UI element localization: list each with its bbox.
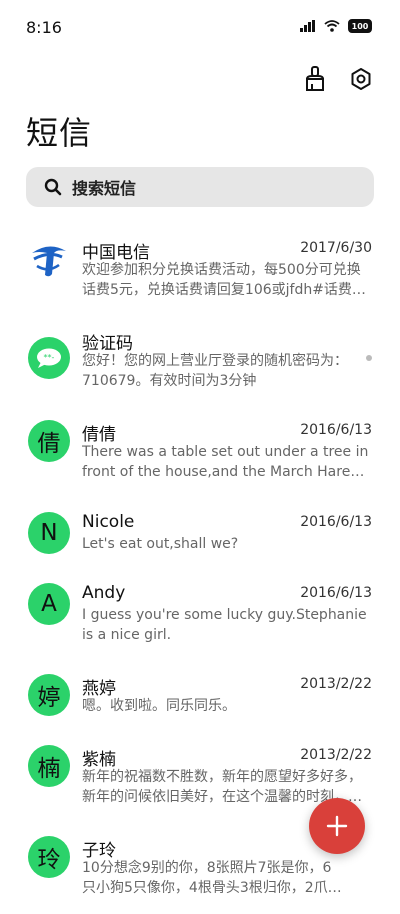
battery-level: 100 [351,21,369,31]
broom-icon [306,66,324,91]
avatar-letter: A [41,591,57,617]
status-bar: 8:16 100 [0,0,400,56]
conversation-name: Andy [82,583,126,603]
avatar: 倩 [28,420,70,462]
avatar: N [28,512,70,554]
search-placeholder: 搜索短信 [72,179,137,198]
conversation-preview: 10分想念9别的你，8张照片7张是你，6只小狗5只像你，4根骨头3根归你，2爪着… [82,860,342,896]
unread-dot [366,355,372,361]
conversation-date: 2016/6/13 [300,514,372,530]
conversation-date: 2017/6/30 [300,240,372,256]
search-icon [44,178,62,196]
message-bubble-icon: **- [37,348,61,368]
new-message-button[interactable] [309,798,365,854]
status-time: 8:16 [26,18,62,37]
settings-button[interactable] [346,64,376,94]
battery-icon: 100 [348,19,372,33]
conversation-preview: There was a table set out under a tree i… [82,444,369,480]
svg-text:**-: **- [44,353,55,362]
conversation-date: 2016/6/13 [300,422,372,438]
top-actions [300,64,376,94]
conversation-item[interactable]: 婷 燕婷 2013/2/22 嗯。收到啦。同乐同乐。 [0,672,400,752]
clean-button[interactable] [300,64,330,94]
conversation-name: Nicole [82,512,135,532]
avatar: 婷 [28,674,70,716]
plus-icon [326,815,348,837]
conversation-date: 2013/2/22 [300,676,372,692]
avatar: 楠 [28,745,70,787]
conversation-item[interactable]: **- 验证码 您好！您的网上营业厅登录的随机密码为：710679。有效时间为3… [0,327,400,407]
avatar-letter: N [40,520,58,546]
avatar: 玲 [28,836,70,878]
signal-icon [300,20,315,32]
conversation-item[interactable]: 倩 倩倩 2016/6/13 There was a table set out… [0,418,400,498]
page-title: 短信 [26,114,93,152]
avatar-letter: 倩 [37,431,61,457]
gear-icon [351,68,371,90]
avatar-letter: 玲 [37,847,61,873]
avatar-letter: 楠 [37,756,61,782]
conversation-item[interactable]: N Nicole 2016/6/13 Let's eat out,shall w… [0,510,400,590]
avatar: **- [28,337,70,379]
conversation-item[interactable]: A Andy 2016/6/13 I guess you're some luc… [0,581,400,661]
conversation-preview: I guess you're some lucky guy.Stephanie … [82,607,367,643]
conversation-date: 2016/6/13 [300,585,372,601]
avatar [28,238,70,280]
conversation-preview: Let's eat out,shall we? [82,536,239,552]
conversation-preview: 您好！您的网上营业厅登录的随机密码为：710679。有效时间为3分钟 [82,353,348,389]
search-bar[interactable]: 搜索短信 [26,167,374,207]
conversation-item[interactable]: 中国电信 2017/6/30 欢迎参加积分兑换话费活动，每500分可兑换话费5元… [0,236,400,316]
conversation-preview: 欢迎参加积分兑换话费活动，每500分可兑换话费5元，兑换话费请回复106或jfd… [82,262,366,298]
avatar-letter: 婷 [37,685,61,711]
avatar: A [28,583,70,625]
conversation-date: 2013/2/22 [300,747,372,763]
wifi-icon [324,20,340,32]
telecom-logo-icon [32,246,66,277]
conversation-preview: 嗯。收到啦。同乐同乐。 [82,698,236,714]
status-icons: 100 [300,19,372,33]
